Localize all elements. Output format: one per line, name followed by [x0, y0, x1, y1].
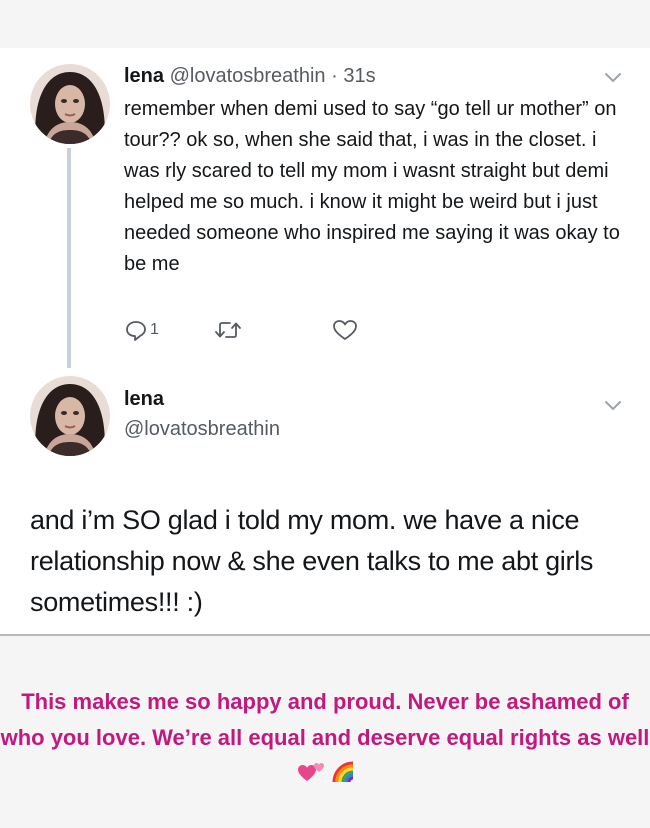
tweet-text: remember when demi used to say “go tell … — [124, 98, 620, 275]
heart-icon — [333, 320, 357, 340]
tweet-actions: 1 — [124, 316, 384, 344]
thread-line — [67, 148, 71, 368]
tweet-text: and i’m SO glad i told my mom. we have a… — [30, 505, 594, 617]
two-hearts-emoji — [298, 763, 324, 781]
reply-icon — [126, 321, 146, 341]
like-button[interactable] — [332, 316, 358, 344]
chevron-down-icon[interactable] — [604, 72, 622, 84]
divider — [0, 634, 650, 636]
reply-button[interactable]: 1 — [124, 316, 159, 344]
story-caption: This makes me so happy and proud. Never … — [0, 684, 650, 792]
avatar[interactable] — [30, 376, 110, 456]
retweet-icon — [215, 322, 241, 338]
user-handle[interactable]: @lovatosbreathin — [124, 418, 280, 441]
caption-text: This makes me so happy and proud. Never … — [0, 689, 650, 750]
user-handle[interactable]: @lovatosbreathin — [170, 65, 326, 87]
display-name[interactable]: lena — [124, 388, 164, 411]
timestamp[interactable]: 31s — [343, 65, 375, 87]
avatar-photo — [30, 376, 110, 456]
chevron-down-icon[interactable] — [604, 400, 622, 412]
avatar-photo — [30, 64, 110, 144]
reply-count: 1 — [150, 321, 159, 338]
retweet-button[interactable] — [214, 316, 242, 344]
avatar[interactable] — [30, 64, 110, 144]
rainbow-emoji — [332, 761, 354, 783]
tweet-header: lena @lovatosbreathin · 31s — [124, 62, 376, 90]
display-name[interactable]: lena — [124, 65, 164, 87]
separator-dot: · — [331, 65, 338, 87]
